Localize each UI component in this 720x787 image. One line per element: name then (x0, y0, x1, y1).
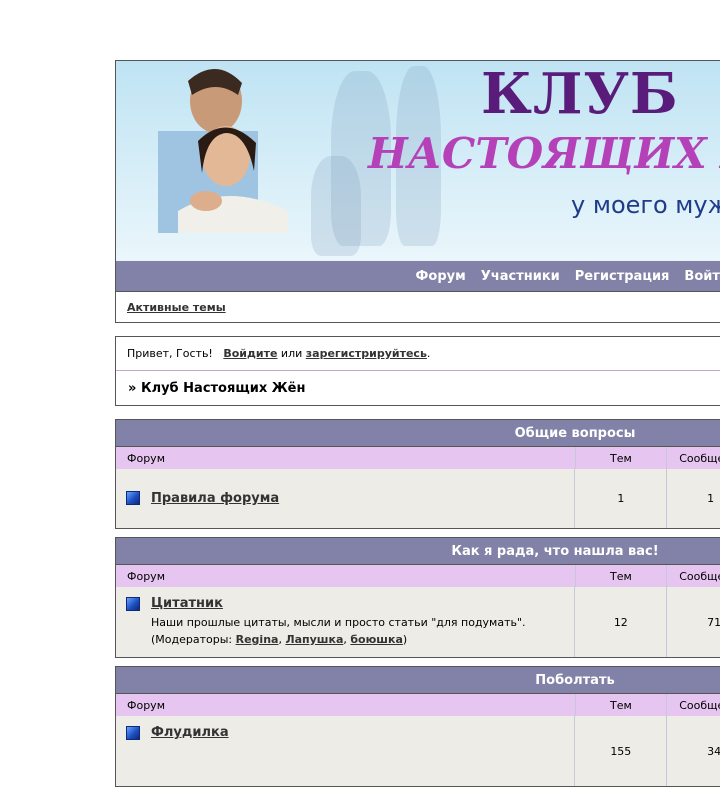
nav-forum[interactable]: Форум (416, 269, 466, 284)
header-forum: Форум (127, 569, 165, 583)
forum-link[interactable]: Цитатник (151, 596, 223, 611)
couple-photo (158, 68, 288, 233)
nav-register[interactable]: Регистрация (575, 269, 670, 284)
moderator-link[interactable]: боюшка (350, 633, 403, 646)
post-count: 3451 (666, 716, 720, 786)
category-block: Общие вопросы Форум Тем Сообщений Правил… (115, 419, 720, 529)
header-topics: Тем (574, 565, 667, 587)
moderators-end: ) (402, 633, 408, 646)
nav-login[interactable]: Войти (684, 269, 720, 284)
header-forum: Форум (127, 451, 165, 465)
header-posts: Сообщений (666, 694, 720, 716)
forum-icon (126, 726, 140, 740)
logo-tagline: у моего мужа (571, 191, 720, 219)
header-forum: Форум (127, 698, 165, 712)
post-count: 1 (666, 469, 720, 528)
site-banner: КЛУБ НАСТОЯЩИХ ЖЁН у моего мужа (115, 60, 720, 261)
category-title[interactable]: Как я рада, что нашла вас! (116, 538, 720, 565)
nav-members[interactable]: Участники (481, 269, 560, 284)
header-topics: Тем (574, 694, 667, 716)
category-block: Как я рада, что нашла вас! Форум Тем Соо… (115, 537, 720, 658)
topic-count: 12 (574, 587, 666, 657)
forum-row: Цитатник Наши прошлые цитаты, мысли и пр… (116, 587, 720, 657)
category-title[interactable]: Общие вопросы (116, 420, 720, 447)
breadcrumb-current[interactable]: Клуб Настоящих Жён (141, 381, 306, 396)
forum-icon (126, 491, 140, 505)
breadcrumb-arrow: » (128, 381, 137, 396)
table-header: Форум Тем Сообщений (116, 447, 720, 469)
moderator-link[interactable]: Regina (236, 633, 279, 646)
breadcrumb: » Клуб Настоящих Жён (128, 381, 305, 396)
moderator-link[interactable]: Лапушка (285, 633, 343, 646)
welcome-box: Привет, Гость! Войдите или зарегистрируй… (115, 336, 720, 406)
header-posts: Сообщений (666, 447, 720, 469)
forum-link[interactable]: Флудилка (151, 725, 229, 740)
logo-subtitle: НАСТОЯЩИХ ЖЁН (368, 129, 720, 178)
moderators-label: (Модераторы: (151, 633, 233, 646)
main-nav: Форум Участники Регистрация Войти (115, 261, 720, 292)
forum-row: Правила форума 1 1 (116, 469, 720, 528)
logo-title: КЛУБ (481, 61, 679, 127)
active-topics-link[interactable]: Активные темы (127, 301, 226, 314)
category-block: Поболтать Форум Тем Сообщений Флудилка 1… (115, 666, 720, 787)
or-text: или (280, 347, 303, 360)
page-wrapper: КЛУБ НАСТОЯЩИХ ЖЁН у моего мужа Форум Уч… (115, 60, 720, 787)
guest-greeting: Привет, Гость! (127, 347, 213, 360)
category-title[interactable]: Поболтать (116, 667, 720, 694)
sub-nav: Активные темы (115, 292, 720, 323)
forum-link[interactable]: Правила форума (151, 491, 279, 506)
topic-count: 1 (574, 469, 666, 528)
welcome-line: Привет, Гость! Войдите или зарегистрируй… (127, 347, 430, 360)
login-link[interactable]: Войдите (223, 347, 277, 360)
table-header: Форум Тем Сообщений (116, 694, 720, 716)
silhouette-figure (311, 156, 361, 256)
divider (116, 370, 720, 371)
register-link[interactable]: зарегистрируйтесь (306, 347, 427, 360)
table-header: Форум Тем Сообщений (116, 565, 720, 587)
forum-row: Флудилка 155 3451 (116, 716, 720, 786)
forum-icon (126, 597, 140, 611)
topic-count: 155 (574, 716, 666, 786)
header-posts: Сообщений (666, 565, 720, 587)
post-count: 718 (666, 587, 720, 657)
forum-desc-text: Наши прошлые цитаты, мысли и просто стат… (151, 616, 526, 629)
forum-description: Наши прошлые цитаты, мысли и просто стат… (151, 616, 526, 646)
header-topics: Тем (574, 447, 667, 469)
period-text: . (426, 347, 431, 360)
